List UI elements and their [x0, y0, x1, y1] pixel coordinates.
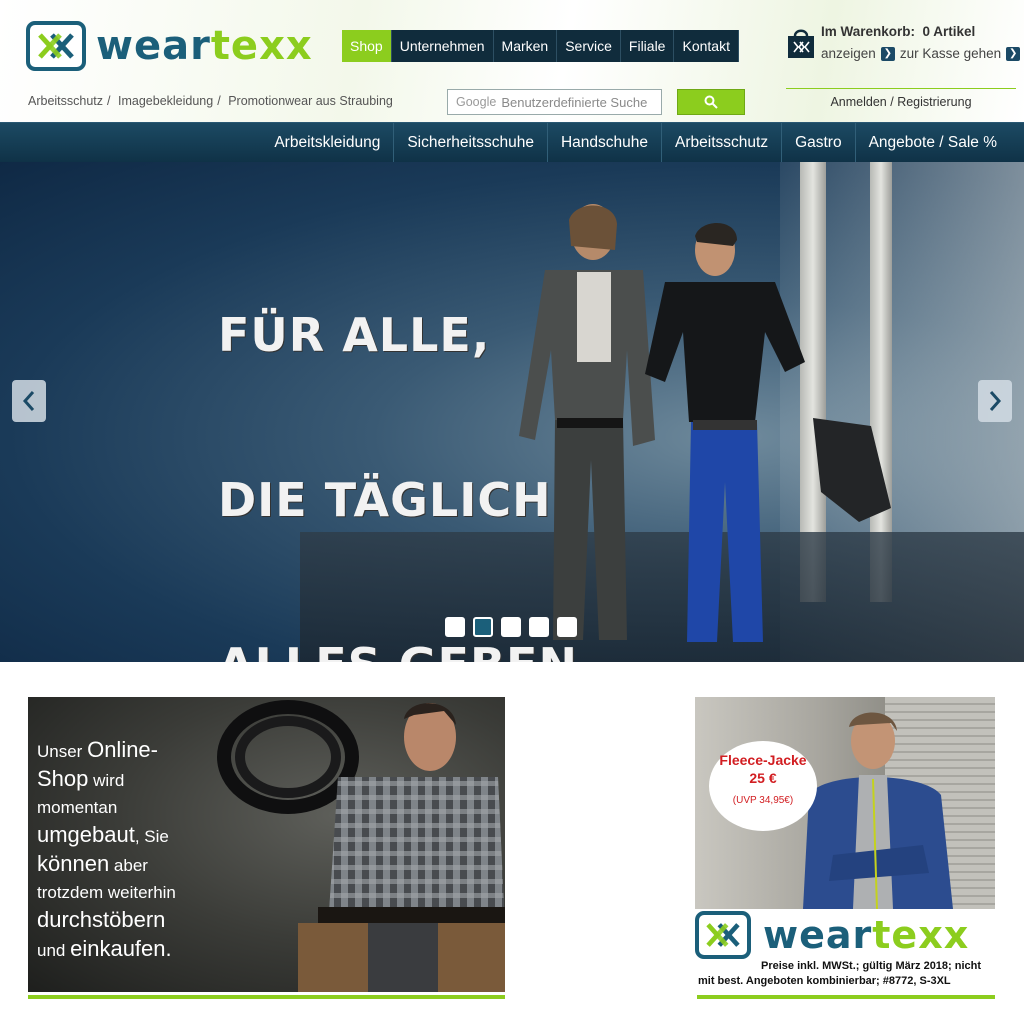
breadcrumb-link-promotionwear[interactable]: Promotionwear aus Straubing — [228, 94, 393, 108]
hero-headline: FÜR ALLE, DIE TÄGLICH ALLES GEBEN — [218, 198, 578, 662]
cart-widget: Im Warenkorb: 0 Artikel anzeigen ❯ zur K… — [786, 22, 1021, 68]
breadcrumb-separator: / — [107, 94, 111, 108]
cart-label: Im Warenkorb: — [821, 24, 916, 39]
slider-dot-4[interactable] — [529, 617, 549, 637]
promo-text-part: wird — [88, 771, 125, 790]
promo-fleece-model-image — [803, 712, 953, 909]
promo-left-text: Unser Online- Shop wird momentan umgebau… — [37, 737, 176, 965]
promo-text-part: aber — [109, 856, 148, 875]
slider-next-button[interactable] — [978, 380, 1012, 422]
logo-word-part2: texx — [210, 23, 313, 69]
promo-fleece-photo: Fleece-Jacke 25 € (UVP 34,95€) — [695, 697, 995, 909]
badge-product-name: Fleece-Jacke — [719, 752, 807, 768]
search-button[interactable] — [677, 89, 745, 115]
promo-worker-image — [217, 700, 505, 992]
logo-wordmark: weartexx — [96, 26, 313, 66]
promo-text-part: Shop — [37, 766, 89, 791]
slider-dot-2-active[interactable] — [473, 617, 493, 637]
promo-fine-print: Preise inkl. MWSt.; gültig März 2018; ni… — [698, 959, 995, 989]
chevron-left-icon — [22, 391, 35, 411]
cart-count: 0 Artikel — [922, 24, 976, 39]
logo-mark-icon — [695, 911, 751, 959]
cart-summary: Im Warenkorb: 0 Artikel — [821, 24, 975, 39]
arrow-right-icon[interactable]: ❯ — [880, 46, 895, 61]
hero-slider: FÜR ALLE, DIE TÄGLICH ALLES GEBEN — [0, 162, 1024, 662]
search-placeholder: Benutzerdefinierte Suche — [501, 94, 648, 110]
logo-word-part2: texx — [872, 913, 970, 957]
google-brand-label: Google — [456, 95, 497, 109]
slider-dot-5[interactable] — [557, 617, 577, 637]
price-badge: Fleece-Jacke 25 € (UVP 34,95€) — [709, 741, 817, 831]
promo-text-part: trotzdem weiterhin — [37, 883, 176, 902]
promo-text-part: momentan — [37, 798, 118, 817]
promo-brand-logo: weartexx — [695, 909, 995, 961]
cart-show-link[interactable]: anzeigen — [821, 46, 876, 61]
arrow-right-icon[interactable]: ❯ — [1006, 46, 1021, 61]
promo-text-part: Online- — [87, 737, 158, 762]
chevron-right-icon — [989, 391, 1002, 411]
badge-uvp: (UVP 34,95€) — [732, 795, 794, 806]
account-links: Anmelden / Registrierung — [786, 88, 1016, 109]
category-angebote-sale[interactable]: Angebote / Sale % — [854, 123, 1010, 163]
category-arbeitskleidung[interactable]: Arbeitskleidung — [261, 123, 393, 163]
promo-right-underline — [697, 995, 995, 999]
promo-left-underline — [28, 995, 505, 999]
promo-text-part: und — [37, 941, 71, 960]
topnav-marken[interactable]: Marken — [493, 30, 558, 62]
promo-text-part: durchstöbern — [37, 907, 166, 932]
header: weartexx Shop Unternehmen Marken Service… — [0, 0, 1024, 122]
promo-text-part: Unser — [37, 742, 88, 761]
logo-mark-icon — [26, 21, 86, 71]
promo-banner-shop-rebuild[interactable]: Unser Online- Shop wird momentan umgebau… — [28, 697, 505, 992]
register-link[interactable]: Registrierung — [897, 95, 971, 109]
slider-prev-button[interactable] — [12, 380, 46, 422]
logo-word-part1: wear — [763, 913, 873, 957]
promo-text-part: , Sie — [134, 827, 169, 846]
topnav-filiale[interactable]: Filiale — [620, 30, 675, 62]
topnav-service[interactable]: Service — [557, 30, 621, 62]
category-gastro[interactable]: Gastro — [781, 123, 855, 163]
logo-word-part1: wear — [96, 23, 211, 69]
search-icon — [704, 95, 718, 109]
hero-worker-blue-image — [645, 222, 891, 642]
topnav-kontakt[interactable]: Kontakt — [674, 30, 739, 62]
login-link[interactable]: Anmelden — [830, 95, 886, 109]
promo-text-part: umgebaut — [37, 822, 135, 847]
breadcrumb: Arbeitsschutz / Imagebekleidung / Promotio… — [28, 94, 393, 108]
fine-print-line2: mit best. Angeboten kombinierbar; #8772,… — [698, 975, 951, 987]
breadcrumb-link-imagebekleidung[interactable]: Imagebekleidung — [118, 94, 213, 108]
logo-wordmark: weartexx — [763, 916, 969, 954]
category-handschuhe[interactable]: Handschuhe — [546, 123, 661, 163]
topnav-unternehmen[interactable]: Unternehmen — [391, 30, 494, 62]
category-navigation: Arbeitskleidung Sicherheitsschuhe Handsc… — [0, 122, 1024, 163]
promo-text-part: einkaufen. — [70, 936, 172, 961]
slider-pagination — [445, 617, 577, 637]
promo-text-part: können — [37, 851, 110, 876]
logo[interactable]: weartexx — [26, 20, 313, 72]
top-navigation: Shop Unternehmen Marken Service Filiale … — [342, 30, 739, 62]
breadcrumb-link-arbeitsschutz[interactable]: Arbeitsschutz — [28, 94, 103, 108]
hero-headline-line3: ALLES GEBEN — [218, 638, 578, 662]
checkout-link[interactable]: zur Kasse gehen — [900, 46, 1001, 61]
promo-banner-fleece[interactable]: Fleece-Jacke 25 € (UVP 34,95€) weartexx … — [695, 697, 995, 997]
breadcrumb-separator: / — [217, 94, 221, 108]
search-input[interactable]: Google Benutzerdefinierte Suche — [447, 89, 662, 115]
shopping-bag-icon[interactable] — [786, 26, 816, 60]
category-arbeitsschutz[interactable]: Arbeitsschutz — [661, 123, 781, 163]
badge-price: 25 € — [749, 770, 777, 786]
page: weartexx Shop Unternehmen Marken Service… — [0, 0, 1024, 1024]
topnav-shop[interactable]: Shop — [342, 30, 392, 62]
fine-print-line1: Preise inkl. MWSt.; gültig März 2018; ni… — [761, 960, 982, 972]
slider-dot-1[interactable] — [445, 617, 465, 637]
hero-headline-line2: DIE TÄGLICH — [218, 473, 552, 527]
slider-dot-3[interactable] — [501, 617, 521, 637]
cart-actions: anzeigen ❯ zur Kasse gehen ❯ — [821, 46, 1024, 61]
hero-headline-line1: FÜR ALLE, — [218, 308, 491, 362]
category-sicherheitsschuhe[interactable]: Sicherheitsschuhe — [393, 123, 547, 163]
